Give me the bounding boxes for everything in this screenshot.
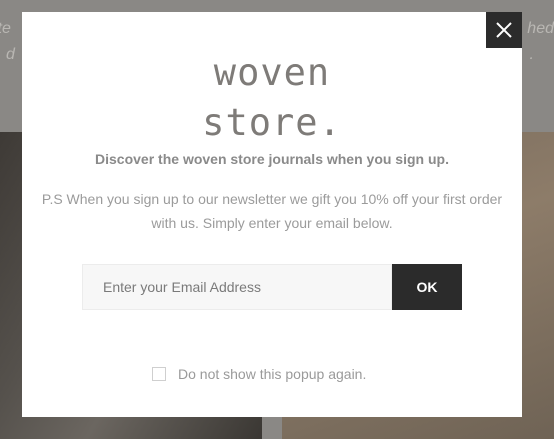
close-icon: [496, 22, 512, 38]
close-button[interactable]: [486, 12, 522, 48]
background-text-right-line1: hed: [527, 20, 554, 37]
background-text-left-line1: ite: [0, 20, 11, 37]
background-text-left-line2: d: [6, 46, 15, 63]
popup-headline: Discover the woven store journals when y…: [95, 151, 449, 167]
dont-show-checkbox[interactable]: [152, 367, 166, 381]
background-text-right-line2: .: [529, 46, 534, 63]
popup-description: P.S When you sign up to our newsletter w…: [41, 191, 503, 231]
dont-show-again[interactable]: Do not show this popup again.: [152, 366, 366, 382]
background-text-left: ite d: [0, 16, 15, 68]
background-text-right: hed .: [527, 16, 554, 68]
logo-line1: woven: [213, 51, 331, 94]
submit-button[interactable]: OK: [392, 264, 462, 310]
dont-show-label: Do not show this popup again.: [178, 366, 367, 382]
newsletter-popup: woven store. Discover the woven store jo…: [22, 12, 522, 417]
logo-line2: store.: [202, 101, 342, 144]
store-logo: woven store.: [22, 48, 522, 148]
email-input[interactable]: [82, 264, 392, 310]
